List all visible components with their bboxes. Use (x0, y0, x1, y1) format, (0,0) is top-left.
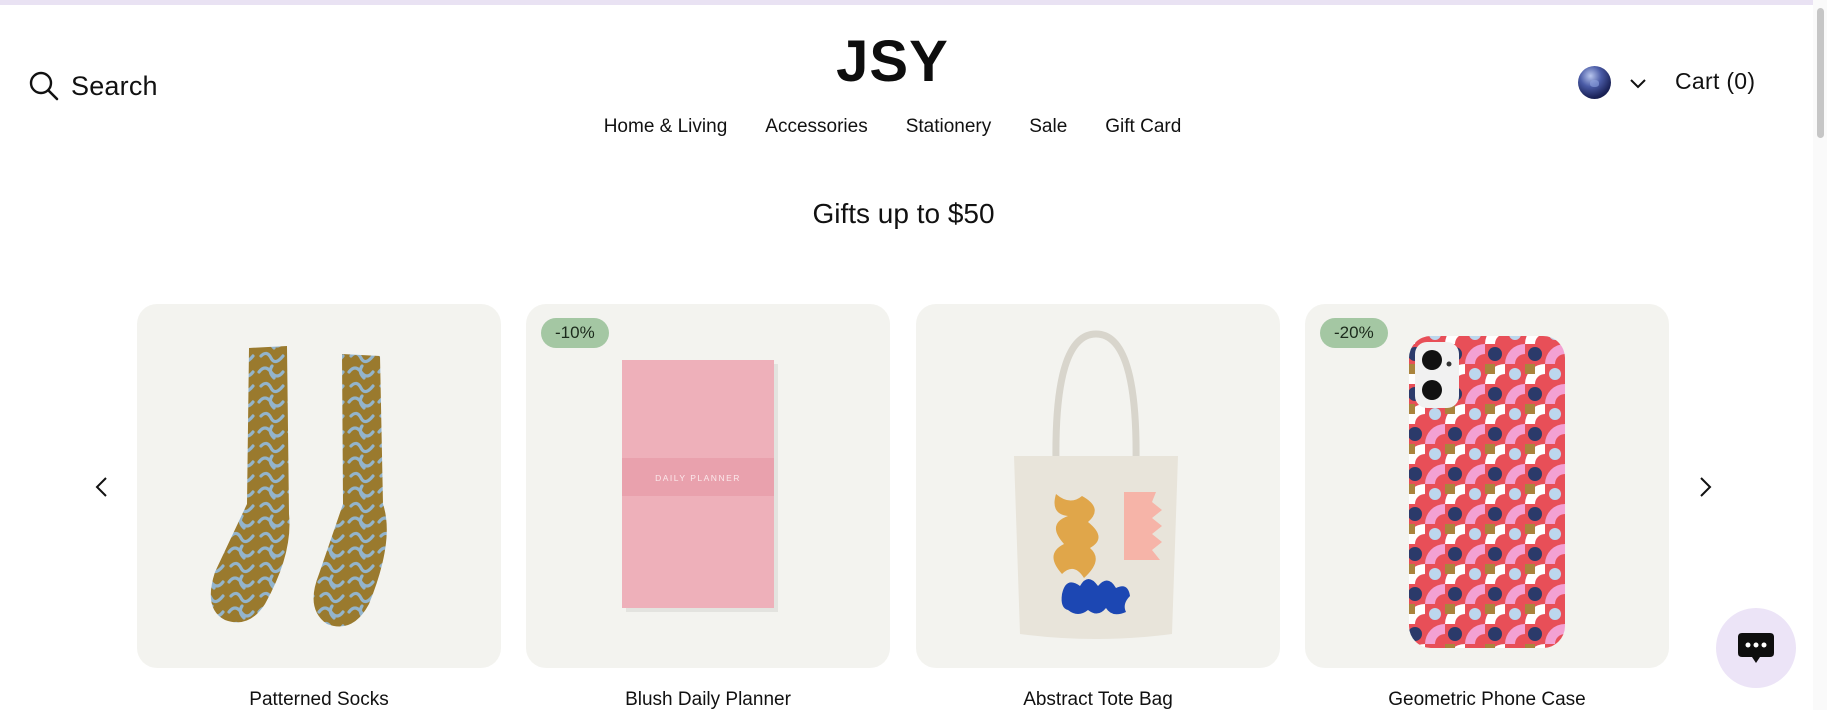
locale-selector[interactable] (1578, 66, 1649, 99)
nav-item-stationery[interactable]: Stationery (906, 116, 992, 138)
section-title: Gifts up to $50 (812, 198, 995, 229)
product-card[interactable]: Abstract Tote Bag (916, 304, 1280, 710)
product-name[interactable]: Abstract Tote Bag (916, 689, 1280, 711)
product-image[interactable]: -20% (1305, 304, 1669, 668)
carousel-next-button[interactable] (1688, 470, 1722, 504)
chevron-right-icon (1700, 477, 1712, 497)
globe-icon (1578, 66, 1611, 99)
product-card[interactable]: Patterned Socks (137, 304, 501, 710)
phone-case-image (1409, 336, 1565, 648)
chevron-left-icon (95, 477, 107, 497)
product-image[interactable] (137, 304, 501, 668)
product-card[interactable]: -20% Geometric Phone Case (1305, 304, 1669, 710)
nav-item-sale[interactable]: Sale (1029, 116, 1067, 138)
product-image[interactable]: -10% DAILY PLANNER (526, 304, 890, 668)
nav-item-accessories[interactable]: Accessories (765, 116, 867, 138)
tote-bag-image (1014, 330, 1178, 639)
cart-link[interactable]: Cart (0) (1675, 68, 1755, 95)
discount-badge: -20% (1320, 318, 1388, 348)
carousel-prev-button[interactable] (85, 470, 119, 504)
patterned-socks-image (210, 346, 387, 627)
nav-item-gift-card[interactable]: Gift Card (1105, 116, 1181, 138)
top-accent-bar (0, 0, 1827, 5)
planner-cover-text: DAILY PLANNER (655, 473, 741, 483)
scrollbar-thumb[interactable] (1817, 8, 1824, 138)
product-card[interactable]: -10% DAILY PLANNER Blush Daily Planner (526, 304, 890, 710)
chat-button[interactable] (1716, 608, 1796, 688)
product-name[interactable]: Patterned Socks (137, 689, 501, 711)
product-image[interactable] (916, 304, 1280, 668)
site-logo[interactable]: JSY (0, 28, 1785, 95)
product-name[interactable]: Blush Daily Planner (526, 689, 890, 711)
nav-item-home-living[interactable]: Home & Living (604, 116, 728, 138)
chat-icon (1738, 633, 1774, 663)
main-nav: Home & Living Accessories Stationery Sal… (0, 116, 1785, 138)
discount-badge: -10% (541, 318, 609, 348)
chevron-down-icon (1630, 78, 1646, 88)
pink-planner-image: DAILY PLANNER (622, 360, 778, 612)
product-name[interactable]: Geometric Phone Case (1305, 689, 1669, 711)
page-scrollbar[interactable] (1813, 0, 1827, 710)
